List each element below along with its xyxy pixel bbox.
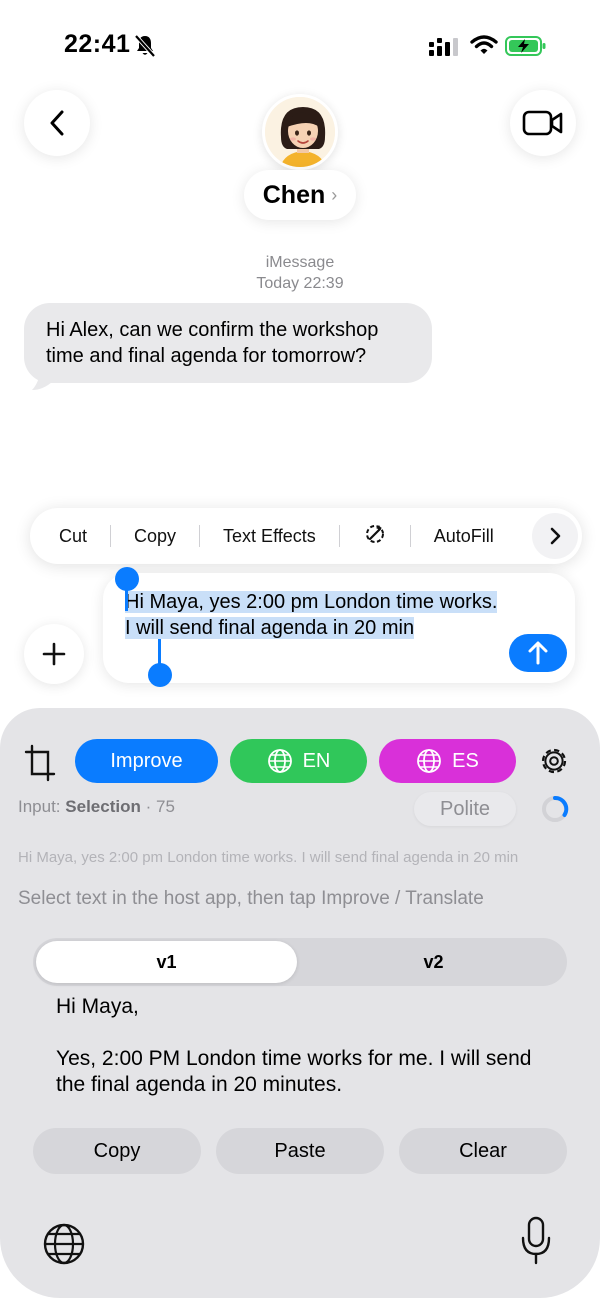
tone-selector[interactable]: Polite xyxy=(414,792,516,826)
improve-label: Improve xyxy=(110,749,183,772)
input-prefix: Input: xyxy=(18,797,61,816)
chevron-left-icon xyxy=(50,110,64,136)
add-attachment-button[interactable] xyxy=(24,624,84,684)
menu-writing-tools[interactable] xyxy=(340,522,410,551)
text-edit-menu: Cut Copy Text Effects AutoFill xyxy=(30,508,582,564)
incoming-message-text: Hi Alex, can we confirm the workshop tim… xyxy=(46,319,379,367)
translate-es-button[interactable]: ES xyxy=(379,739,516,783)
en-label: EN xyxy=(302,749,331,772)
crop-icon[interactable] xyxy=(24,744,56,784)
microphone-icon[interactable] xyxy=(520,1216,552,1266)
incoming-message-bubble[interactable]: Hi Alex, can we confirm the workshop tim… xyxy=(24,303,432,383)
translate-en-button[interactable]: EN xyxy=(230,739,367,783)
battery-charging-icon xyxy=(505,36,546,56)
status-time: 22:41 xyxy=(64,30,131,58)
contact-name: Chen xyxy=(262,180,326,209)
selection-start-handle[interactable] xyxy=(115,567,139,611)
status-bar: 22:41 xyxy=(0,0,600,80)
paste-button[interactable]: Paste xyxy=(216,1128,384,1174)
arrow-up-icon xyxy=(528,641,548,665)
service-label: iMessage xyxy=(265,254,335,271)
result-text: Hi Maya, Yes, 2:00 PM London time works … xyxy=(56,994,556,1124)
loading-spinner-icon xyxy=(542,796,569,822)
tone-label: Polite xyxy=(439,797,491,820)
tab-v2-label: v2 xyxy=(423,951,444,972)
contact-name-button[interactable]: Chen › xyxy=(244,170,356,220)
improve-button[interactable]: Improve xyxy=(75,739,218,783)
facetime-video-button[interactable] xyxy=(510,90,576,156)
version-segmented-control: v1 v2 xyxy=(33,938,567,986)
menu-autofill[interactable]: AutoFill xyxy=(411,526,517,547)
writing-tools-icon xyxy=(365,524,384,543)
menu-text-effects[interactable]: Text Effects xyxy=(200,526,339,547)
menu-more-button[interactable] xyxy=(532,513,578,559)
avatar-illustration xyxy=(265,97,335,167)
chevron-right-icon xyxy=(550,527,561,545)
message-timestamp: iMessage Today 22:39 xyxy=(0,252,600,294)
writing-keyboard: Improve EN ES Input: Selection · 75 Poli… xyxy=(0,708,600,1298)
message-compose-field[interactable]: Hi Maya, yes 2:00 pm London time works. … xyxy=(103,567,575,687)
chevron-right-icon: › xyxy=(331,184,338,205)
input-char-count: · 75 xyxy=(145,797,175,816)
settings-gear-icon[interactable] xyxy=(537,744,571,778)
globe-icon[interactable] xyxy=(42,1222,86,1266)
input-preview-text: Hi Maya, yes 2:00 pm London time works. … xyxy=(18,849,519,866)
result-body: Yes, 2:00 PM London time works for me. I… xyxy=(56,1047,532,1096)
clear-label: Clear xyxy=(459,1139,507,1162)
input-source-label: Input: Selection · 75 xyxy=(18,797,175,817)
menu-copy[interactable]: Copy xyxy=(111,526,199,547)
signal-icon xyxy=(429,38,458,56)
plus-icon xyxy=(42,642,66,666)
clear-button[interactable]: Clear xyxy=(399,1128,567,1174)
globe-icon xyxy=(267,749,292,773)
send-button[interactable] xyxy=(509,634,567,672)
copy-button[interactable]: Copy xyxy=(33,1128,201,1174)
tab-v1-label: v1 xyxy=(156,951,177,972)
tab-v2[interactable]: v2 xyxy=(303,941,564,983)
selection-end-handle[interactable] xyxy=(148,639,172,687)
result-greeting: Hi Maya, xyxy=(56,995,139,1018)
tab-v1[interactable]: v1 xyxy=(36,941,297,983)
selected-text: Hi Maya, yes 2:00 pm London time works. … xyxy=(125,591,498,639)
es-label: ES xyxy=(452,749,479,772)
back-button[interactable] xyxy=(24,90,90,156)
contact-avatar[interactable] xyxy=(262,94,338,170)
video-camera-icon xyxy=(522,110,563,136)
compose-text[interactable]: Hi Maya, yes 2:00 pm London time works. … xyxy=(125,589,505,641)
timestamp-label: Today 22:39 xyxy=(256,275,344,292)
wifi-icon xyxy=(470,35,498,54)
paste-label: Paste xyxy=(274,1139,326,1162)
globe-icon xyxy=(417,749,442,773)
instruction-hint: Select text in the host app, then tap Im… xyxy=(18,888,484,909)
bell-muted-icon xyxy=(134,34,156,58)
menu-cut[interactable]: Cut xyxy=(30,526,110,547)
input-source: Selection xyxy=(65,797,141,816)
copy-label: Copy xyxy=(93,1139,141,1162)
